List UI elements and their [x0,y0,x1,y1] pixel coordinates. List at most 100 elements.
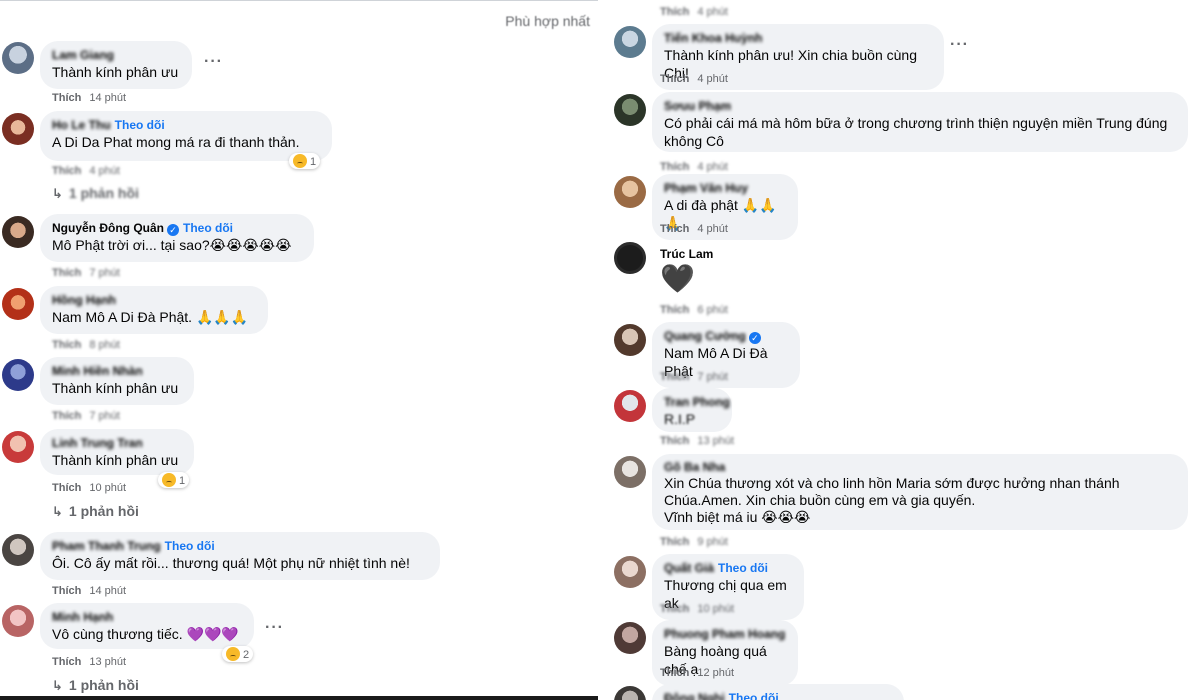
timestamp[interactable]: 14 phút [89,585,126,597]
like-link[interactable]: Thích [52,339,81,351]
bottom-edge-bar [0,696,600,700]
author-name[interactable]: Tran Phong [664,395,730,409]
timestamp[interactable]: 7 phút [697,371,728,383]
timestamp[interactable]: 6 phút [697,304,728,316]
comment-bubble: Linh Trung Tran Thành kính phân ưu [40,429,194,475]
avatar[interactable] [2,605,34,637]
like-link[interactable]: Thích [660,161,689,173]
like-link[interactable]: Thích [52,267,81,279]
author-name[interactable]: Đông Nghi [664,691,725,700]
avatar[interactable] [614,686,646,700]
author-name[interactable]: Minh Hạnh [52,610,113,624]
avatar[interactable] [614,390,646,422]
timestamp[interactable]: 4 phút [697,73,728,85]
follow-link[interactable]: Theo dõi [718,561,768,575]
reaction-count[interactable]: 1 [158,472,190,488]
avatar[interactable] [2,431,34,463]
timestamp[interactable]: 9 phút [697,536,728,548]
timestamp[interactable]: 10 phút [89,482,126,494]
timestamp[interactable]: 13 phút [697,435,734,447]
like-link[interactable]: Thích [52,656,81,668]
reaction-count[interactable]: 2 [222,646,254,662]
avatar[interactable] [2,534,34,566]
avatar[interactable] [614,176,646,208]
like-link[interactable]: Thích [660,73,689,85]
comment-meta: Thích 10 phút [660,603,734,615]
timestamp[interactable]: 4 phút [697,161,728,173]
comment-text: Xin Chúa thương xót và cho linh hồn Mari… [664,475,1120,508]
verified-badge-icon: ✓ [748,332,761,344]
comment-meta: Thích 4 phút [52,165,120,177]
avatar[interactable] [614,456,646,488]
more-dots-icon[interactable]: ··· [265,619,284,637]
author-name[interactable]: Phạm Văn Huy [664,181,748,195]
more-dots-icon[interactable]: ··· [950,36,969,54]
reply-arrow-icon: ↳ [52,678,63,693]
author-name[interactable]: Pham Thanh Trung [52,539,161,553]
view-replies-link[interactable]: ↳ 1 phản hồi [52,185,139,202]
sort-label[interactable]: Phù hợp nhất [505,13,590,29]
avatar[interactable] [614,94,646,126]
timestamp[interactable]: 8 phút [89,339,120,351]
author-name[interactable]: Quất Già [664,561,714,575]
timestamp[interactable]: 4 phút [89,165,120,177]
author-name[interactable]: Quang Cường [664,329,746,343]
author-name[interactable]: Gõ Ba Nha [664,460,725,474]
like-link[interactable]: Thích [660,223,689,235]
author-name[interactable]: Tiến Khoa Huỳnh [664,31,762,45]
comment-meta: Thích 8 phút [52,339,120,351]
like-link[interactable]: Thích [52,165,81,177]
like-link[interactable]: Thích [660,371,689,383]
author-name[interactable]: Phuong Pham Hoang [664,627,785,641]
follow-link[interactable]: Theo dõi [183,221,233,235]
comment-meta: Thích 10 phút [52,482,126,494]
author-name[interactable]: Minh Hiền Nhàn [52,364,143,378]
comment-bubble: Nguyễn Đông Quân ✓ Theo dõi Mô Phật trời ơ… [40,214,314,262]
like-link[interactable]: Thích [660,603,689,615]
more-dots-icon[interactable]: ··· [204,53,223,71]
like-link[interactable]: Thích [660,667,689,679]
like-link[interactable]: Thích [52,482,81,494]
like-link[interactable]: Thích [660,6,689,18]
timestamp[interactable]: 7 phút [89,267,120,279]
timestamp[interactable]: 4 phút [697,223,728,235]
timestamp[interactable]: 7 phút [89,410,120,422]
author-name[interactable]: Sơuu Phạm [664,99,731,113]
like-link[interactable]: Thích [52,585,81,597]
view-replies-link[interactable]: ↳ 1 phản hồi [52,677,139,694]
author-name[interactable]: Nguyễn Đông Quân [52,221,164,235]
follow-link[interactable]: Theo dõi [165,539,215,553]
like-link[interactable]: Thích [660,304,689,316]
avatar[interactable] [614,622,646,654]
comment-text: R.I.P [664,411,696,427]
timestamp[interactable]: 13 phút [89,656,126,668]
like-link[interactable]: Thích [660,435,689,447]
timestamp[interactable]: 4 phút [697,6,728,18]
author-name[interactable]: Ho Le Thu [52,118,111,132]
avatar[interactable] [2,42,34,74]
avatar[interactable] [2,216,34,248]
comment-text: Thành kính phân ưu [52,64,179,80]
avatar[interactable] [614,556,646,588]
like-link[interactable]: Thích [52,92,81,104]
author-name[interactable]: Linh Trung Tran [52,436,143,450]
avatar[interactable] [2,113,34,145]
reaction-count[interactable]: 1 [289,153,321,169]
comment-meta: Thích 4 phút [660,73,728,85]
timestamp[interactable]: 10 phút [697,603,734,615]
author-name[interactable]: Lam Giang [52,48,114,62]
view-replies-link[interactable]: ↳ 1 phản hồi [52,503,139,520]
author-name[interactable]: Trúc Lam [660,247,713,261]
timestamp[interactable]: 14 phút [89,92,126,104]
avatar[interactable] [614,26,646,58]
avatar[interactable] [614,324,646,356]
author-name[interactable]: Hồng Hạnh [52,293,116,307]
timestamp[interactable]: 12 phút [697,667,734,679]
avatar[interactable] [614,242,646,274]
like-link[interactable]: Thích [52,410,81,422]
follow-link[interactable]: Theo dõi [115,118,165,132]
like-link[interactable]: Thích [660,536,689,548]
avatar[interactable] [2,288,34,320]
follow-link[interactable]: Theo dõi [729,691,779,700]
avatar[interactable] [2,359,34,391]
